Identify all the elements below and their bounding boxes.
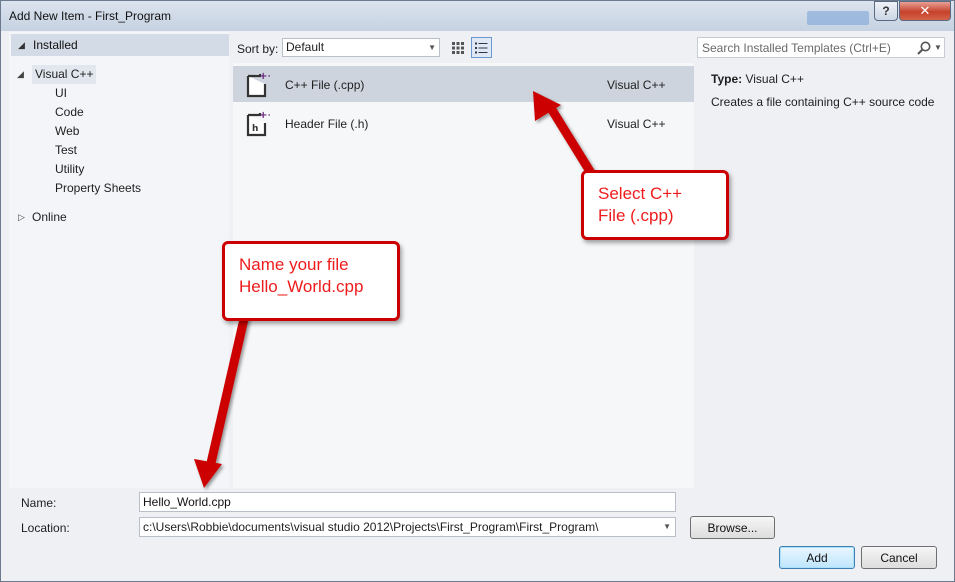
template-language: Visual C++ xyxy=(607,78,666,92)
title-highlight xyxy=(807,11,869,25)
location-combobox[interactable]: c:\Users\Robbie\documents\visual studio … xyxy=(139,517,676,537)
name-file-callout: Name your file Hello_World.cpp xyxy=(222,241,400,321)
tree-node-label[interactable]: Visual C++ xyxy=(32,65,97,84)
tree-node-visual-cpp[interactable]: ◢ Visual C++ xyxy=(9,65,229,84)
template-category-tree: ◢ Installed ◢ Visual C++ UI Code Web Tes… xyxy=(9,32,229,488)
tree-node-code[interactable]: Code xyxy=(55,103,84,122)
search-input[interactable] xyxy=(702,40,910,55)
tree-node-label[interactable]: Online xyxy=(32,208,67,227)
template-description: Creates a file containing C++ source cod… xyxy=(711,95,935,109)
dropdown-arrow-icon[interactable]: ▼ xyxy=(428,39,436,56)
svg-text:++: ++ xyxy=(259,71,270,82)
name-field[interactable] xyxy=(139,492,676,512)
dropdown-arrow-icon[interactable]: ▼ xyxy=(663,518,671,536)
callout-line: File (.cpp) xyxy=(598,206,674,225)
medium-icons-view-button[interactable] xyxy=(447,37,468,58)
tree-node-online[interactable]: ▷ Online xyxy=(9,208,229,227)
search-options-arrow-icon[interactable]: ▼ xyxy=(934,43,942,52)
type-label: Type: xyxy=(711,72,743,86)
search-icon[interactable] xyxy=(916,40,932,56)
name-label: Name: xyxy=(21,496,57,510)
template-details-pane: Type: Visual C++ Creates a file containi… xyxy=(698,63,951,488)
installed-label: Installed xyxy=(33,38,78,52)
cpp-file-icon: ++ xyxy=(246,71,270,98)
browse-button[interactable]: Browse... xyxy=(690,516,775,539)
collapse-triangle-icon[interactable]: ◢ xyxy=(18,40,25,51)
sort-by-label: Sort by: xyxy=(237,42,279,56)
expand-triangle-icon[interactable]: ▷ xyxy=(18,208,25,227)
help-button[interactable]: ? xyxy=(874,1,898,21)
tree-node-utility[interactable]: Utility xyxy=(55,160,84,179)
title-bar: Add New Item - First_Program ? ✕ xyxy=(1,1,954,31)
header-file-icon: h ++ xyxy=(246,110,270,137)
template-row-cpp-file[interactable]: ++ C++ File (.cpp) Visual C++ xyxy=(233,66,694,102)
type-line: Type: Visual C++ xyxy=(711,72,804,86)
template-language: Visual C++ xyxy=(607,117,666,131)
location-label: Location: xyxy=(21,521,70,535)
template-name: Header File (.h) xyxy=(285,117,369,131)
tree-node-ui[interactable]: UI xyxy=(55,84,67,103)
add-new-item-dialog: Add New Item - First_Program ? ✕ ◢ Insta… xyxy=(0,0,955,582)
type-value: Visual C++ xyxy=(745,72,804,86)
collapse-triangle-icon[interactable]: ◢ xyxy=(17,65,24,84)
callout-line: Hello_World.cpp xyxy=(239,277,364,296)
callout-line: Select C++ xyxy=(598,184,683,203)
close-button[interactable]: ✕ xyxy=(899,1,951,21)
tree-node-property-sheets[interactable]: Property Sheets xyxy=(55,179,141,198)
sort-dropdown[interactable]: Default ▼ xyxy=(282,38,440,57)
svg-text:h: h xyxy=(252,124,258,134)
cancel-button[interactable]: Cancel xyxy=(861,546,937,569)
select-cpp-callout: Select C++ File (.cpp) xyxy=(581,170,729,240)
tree-node-web[interactable]: Web xyxy=(55,122,79,141)
search-templates-box[interactable]: ▼ xyxy=(697,37,945,58)
svg-text:++: ++ xyxy=(259,110,270,121)
location-value: c:\Users\Robbie\documents\visual studio … xyxy=(143,520,599,534)
template-row-header-file[interactable]: h ++ Header File (.h) Visual C++ xyxy=(233,105,694,141)
list-view-icon xyxy=(475,42,488,53)
grid-view-icon xyxy=(451,41,464,54)
callout-line: Name your file xyxy=(239,255,349,274)
template-name: C++ File (.cpp) xyxy=(285,78,365,92)
sort-dropdown-value: Default xyxy=(286,40,325,54)
installed-header[interactable]: ◢ Installed xyxy=(11,34,229,56)
small-icons-view-button[interactable] xyxy=(471,37,492,58)
tree-node-test[interactable]: Test xyxy=(55,141,77,160)
window-title: Add New Item - First_Program xyxy=(9,9,172,23)
add-button[interactable]: Add xyxy=(779,546,855,569)
